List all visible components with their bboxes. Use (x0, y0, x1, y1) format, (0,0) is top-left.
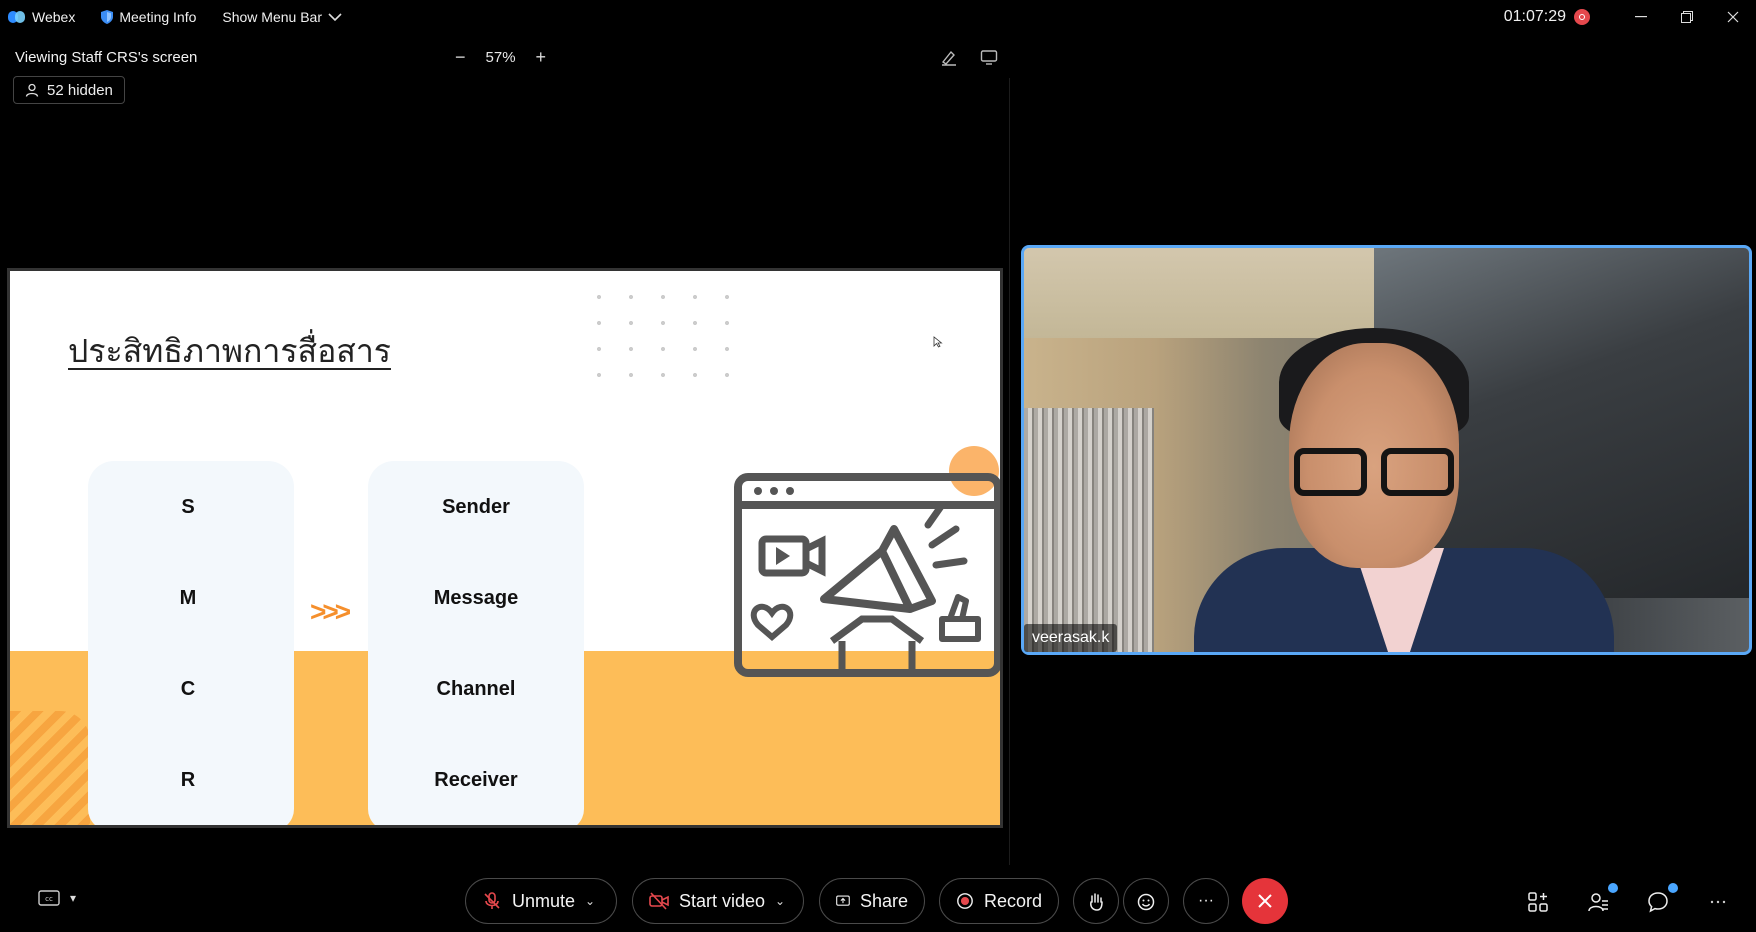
participant-glasses (1294, 448, 1454, 496)
start-video-label: Start video (679, 890, 766, 911)
webex-menu[interactable]: Webex (8, 9, 75, 25)
svg-text:cc: cc (45, 895, 53, 903)
video-background-curtain (1024, 408, 1154, 652)
slide-arrow: >>> (310, 596, 351, 627)
reactions-icon (1137, 893, 1155, 911)
record-label: Record (983, 890, 1042, 911)
meeting-info-label: Meeting Info (119, 9, 197, 25)
participant-video-tile[interactable] (1021, 245, 1752, 655)
raise-hand-button[interactable] (1073, 878, 1119, 924)
slide-letter-r: R (180, 769, 196, 791)
slide-term-channel: Channel (436, 678, 516, 700)
share-header: Viewing Staff CRS's screen − 57% + (0, 40, 1010, 74)
slide-stripes-decoration (10, 711, 90, 825)
zoom-level: 57% (485, 48, 516, 66)
participants-button[interactable] (1586, 883, 1618, 914)
slide-dots-decoration (583, 284, 753, 384)
slide-title: ประสิทธิภาพการสื่อสาร (68, 332, 391, 370)
close-window-button[interactable] (1710, 0, 1756, 34)
slide-term-sender: Sender (442, 496, 510, 518)
record-button[interactable]: Record (939, 878, 1059, 924)
audio-options-chevron-icon[interactable]: ⌄ (585, 894, 595, 908)
person-icon (25, 83, 39, 97)
unmute-label: Unmute (512, 890, 576, 911)
share-label: Share (859, 890, 908, 911)
participant-name-label: veerasak.k (1024, 624, 1118, 652)
slide-term-message: Message (433, 587, 519, 609)
slide-letter-m: M (179, 587, 197, 609)
start-video-button[interactable]: Start video ⌄ (632, 878, 804, 924)
zoom-in-button[interactable]: + (536, 47, 547, 68)
microphone-muted-icon (484, 892, 500, 909)
shared-screen-area: ประสิทธิภาพการสื่อสาร S M C R Sender Mes… (0, 78, 1010, 865)
slide-letter-c: C (180, 678, 196, 700)
chat-notification-badge (1668, 883, 1678, 893)
shield-icon (101, 10, 114, 24)
share-screen-icon (836, 895, 850, 906)
leave-meeting-button[interactable] (1242, 878, 1288, 924)
zoom-controls: − 57% + (455, 47, 546, 68)
megaphone-illustration-icon (734, 446, 1000, 677)
chat-button[interactable] (1646, 883, 1678, 914)
mouse-cursor-icon (933, 336, 943, 348)
restore-icon (1681, 11, 1693, 23)
unmute-button[interactable]: Unmute ⌄ (465, 878, 617, 924)
close-icon (1258, 894, 1272, 908)
app-name: Webex (32, 9, 76, 25)
show-menu-bar-button[interactable]: Show Menu Bar (222, 9, 342, 25)
presentation-slide: ประสิทธิภาพการสื่อสาร S M C R Sender Mes… (7, 268, 1003, 828)
reactions-button[interactable] (1123, 878, 1169, 924)
viewing-screen-label: Viewing Staff CRS's screen (15, 48, 198, 66)
more-panels-button[interactable] (1706, 890, 1730, 914)
video-options-chevron-icon[interactable]: ⌄ (775, 894, 785, 908)
captions-chevron-icon: ▾ (70, 891, 77, 905)
meeting-toolbar: cc ▾ Unmute ⌄ Start video ⌄ Share Record… (0, 866, 1756, 932)
apps-icon (1528, 892, 1548, 912)
participants-icon (1588, 893, 1608, 912)
slide-term-receiver: Receiver (434, 769, 518, 791)
title-bar: Webex Meeting Info Show Menu Bar 01:07:2… (0, 0, 1756, 34)
raise-hand-icon (1090, 893, 1103, 911)
share-button[interactable]: Share (819, 878, 925, 924)
ellipsis-icon (1710, 900, 1726, 904)
hidden-count: 52 hidden (47, 81, 113, 99)
annotate-icon[interactable] (940, 48, 958, 66)
restore-button[interactable] (1664, 0, 1710, 34)
record-icon (957, 893, 973, 909)
slide-letter-s: S (181, 496, 195, 518)
zoom-out-button[interactable]: − (455, 47, 466, 68)
more-options-button[interactable]: ··· (1183, 878, 1229, 924)
chat-icon (1648, 892, 1668, 913)
more-options-label: ··· (1198, 892, 1214, 909)
hidden-participants-button[interactable]: 52 hidden (13, 76, 125, 104)
close-icon (1727, 11, 1739, 23)
apps-button[interactable] (1526, 890, 1550, 914)
captions-button[interactable]: cc ▾ (38, 890, 76, 906)
webex-logo-icon (8, 11, 26, 23)
view-options-icon[interactable] (980, 48, 998, 66)
show-menu-bar-label: Show Menu Bar (222, 9, 322, 25)
meeting-info-button[interactable]: Meeting Info (101, 9, 196, 25)
recording-indicator-icon (1574, 9, 1590, 25)
closed-captions-icon: cc (38, 890, 60, 906)
chevron-down-icon (328, 13, 342, 22)
minimize-icon (1635, 16, 1647, 18)
meeting-timer: 01:07:29 (1503, 8, 1566, 25)
minimize-button[interactable] (1618, 0, 1664, 34)
participants-notification-badge (1608, 883, 1618, 893)
video-off-icon (649, 892, 669, 910)
